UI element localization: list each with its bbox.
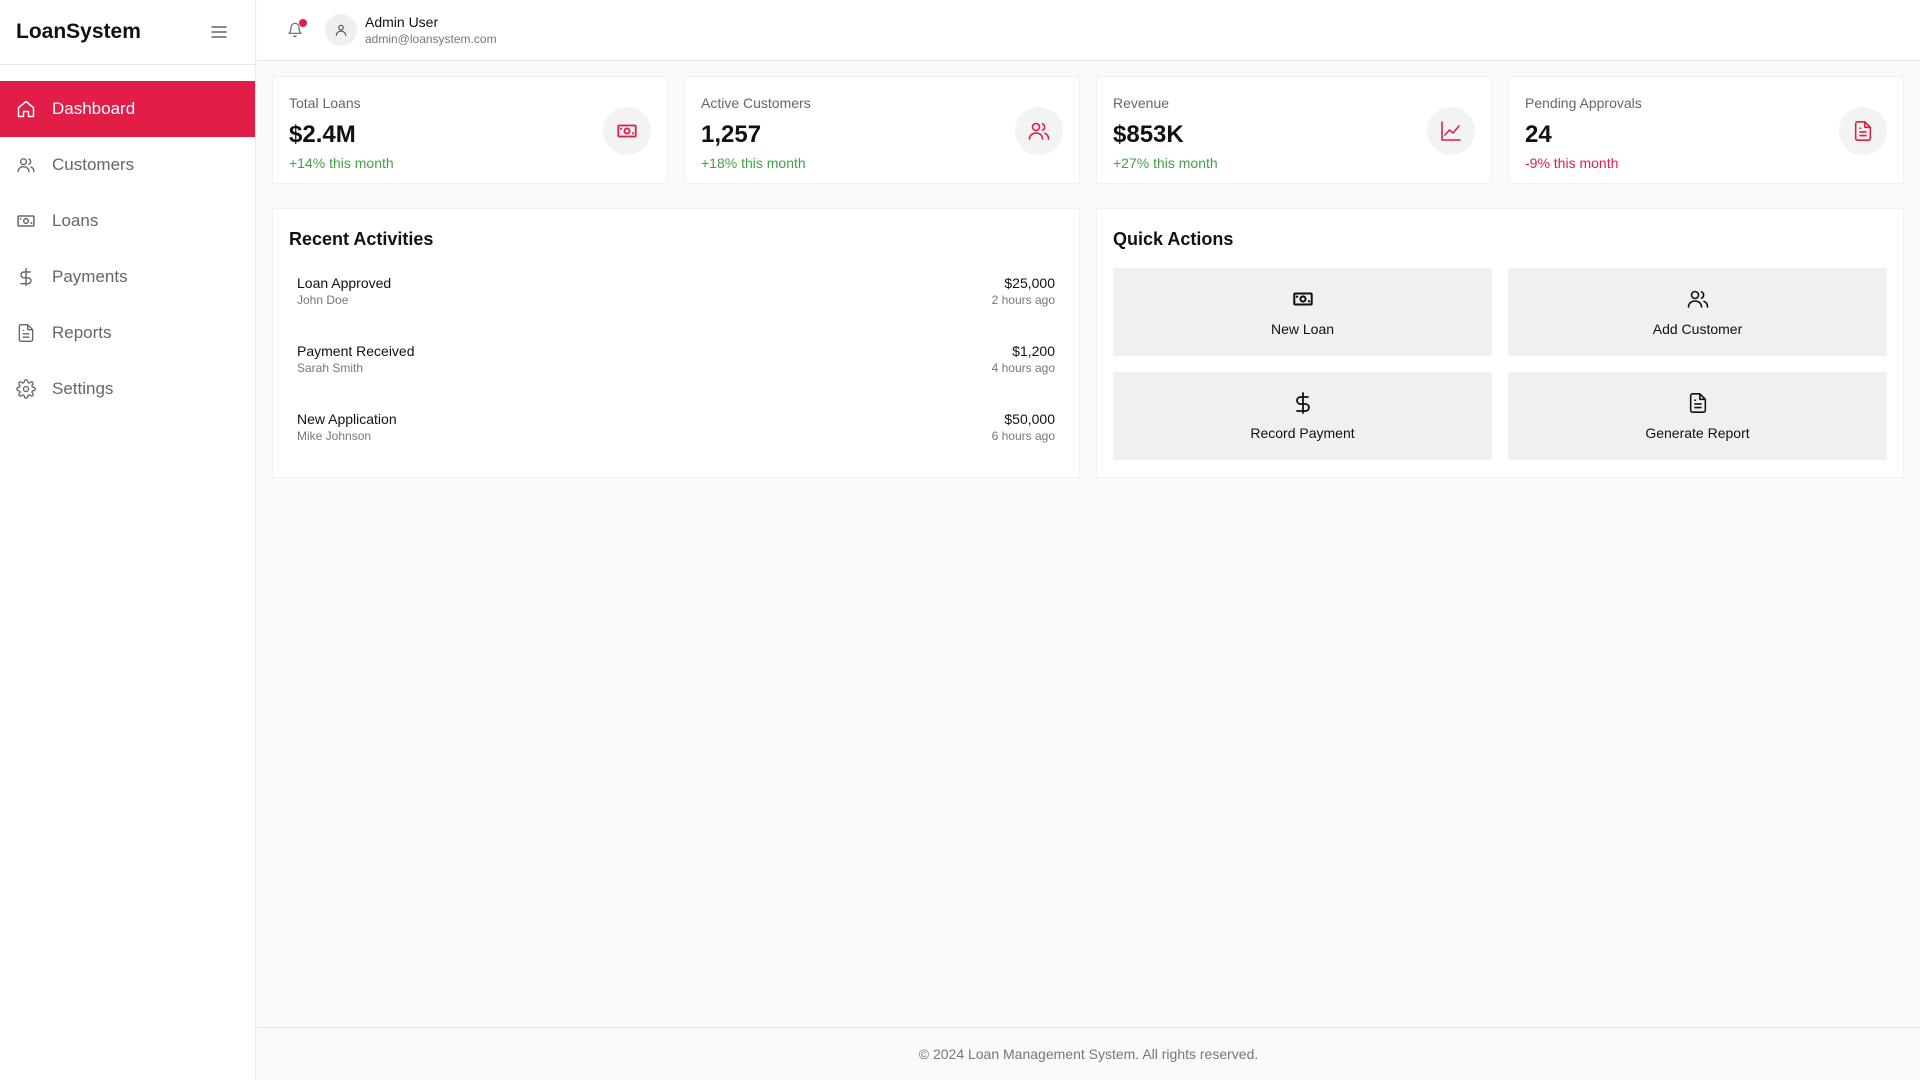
stat-value: 1,257	[701, 121, 762, 148]
new-loan-button[interactable]: New Loan	[1113, 268, 1492, 356]
gear-icon	[16, 379, 36, 399]
sidebar-item-label: Payments	[52, 267, 128, 286]
footer-text: © 2024 Loan Management System. All right…	[918, 1046, 1259, 1062]
action-label: New Loan	[1270, 321, 1335, 337]
activity-right: $50,000 6 hours ago	[992, 410, 1055, 470]
brand-logo-text: LoanSystem	[16, 20, 141, 43]
stat-label: Pending Approvals	[1525, 95, 1642, 111]
top-bar: Admin User admin@loansystem.com	[257, 0, 1920, 61]
record-payment-button[interactable]: Record Payment	[1113, 372, 1492, 460]
stat-label: Revenue	[1113, 95, 1170, 111]
stat-change: -9% this month	[1525, 155, 1619, 171]
sidebar-header: LoanSystem	[0, 0, 255, 65]
sidebar-item-settings[interactable]: Settings	[0, 361, 255, 417]
activity-amount: $1,200	[1012, 343, 1055, 359]
panel-title: Quick Actions	[1113, 229, 1234, 249]
activity-left: Loan Approved John Doe	[297, 274, 391, 334]
sidebar-item-label: Settings	[52, 379, 114, 398]
users-icon	[16, 155, 36, 175]
stat-value: $853K	[1113, 121, 1184, 148]
stat-label: Total Loans	[289, 95, 361, 111]
hamburger-icon	[211, 25, 227, 39]
activity-time: 2 hours ago	[991, 293, 1055, 307]
add-customer-button[interactable]: Add Customer	[1508, 268, 1887, 356]
sidebar-item-label: Dashboard	[52, 99, 136, 118]
trending-up-icon	[1427, 107, 1475, 155]
action-label: Record Payment	[1250, 425, 1355, 441]
user-icon	[334, 23, 348, 37]
activity-list: Loan Approved John Doe $25,000 2 hours a…	[289, 266, 1063, 470]
stat-label: Active Customers	[701, 95, 811, 111]
activity-person: Mike Johnson	[297, 429, 372, 443]
activity-title: Payment Received	[297, 343, 415, 359]
users-icon	[1686, 287, 1710, 311]
sidebar-item-label: Customers	[52, 155, 135, 174]
activity-title: Loan Approved	[297, 275, 392, 291]
list-item[interactable]: Loan Approved John Doe $25,000 2 hours a…	[289, 266, 1063, 334]
sidebar-nav: Dashboard Customers Loans Payments Repor…	[0, 81, 255, 417]
file-text-icon	[16, 323, 36, 343]
notification-badge	[299, 19, 307, 27]
banknote-icon	[603, 107, 651, 155]
activity-amount: $50,000	[1004, 411, 1055, 427]
stat-card-total-loans: Total Loans $2.4M +14% this month	[272, 76, 668, 184]
menu-toggle-button[interactable]	[207, 20, 231, 44]
activity-left: New Application Mike Johnson	[297, 410, 397, 470]
sidebar-item-label: Reports	[52, 323, 112, 342]
stat-change: +14% this month	[289, 155, 394, 171]
activity-person: Sarah Smith	[297, 361, 364, 375]
sidebar: LoanSystem Dashboard Customers Loans Pay…	[0, 0, 256, 1080]
stat-card-active-customers: Active Customers 1,257 +18% this month	[684, 76, 1080, 184]
sidebar-item-loans[interactable]: Loans	[0, 193, 255, 249]
quick-actions-grid: New Loan Add Customer Record Payment Gen…	[1113, 268, 1887, 460]
stat-value: $2.4M	[289, 121, 356, 148]
sidebar-item-payments[interactable]: Payments	[0, 249, 255, 305]
footer: © 2024 Loan Management System. All right…	[257, 1027, 1920, 1080]
recent-activities-panel: Recent Activities Loan Approved John Doe…	[272, 208, 1080, 478]
sidebar-item-reports[interactable]: Reports	[0, 305, 255, 361]
stat-card-pending-approvals: Pending Approvals 24 -9% this month	[1508, 76, 1904, 184]
activity-right: $1,200 4 hours ago	[992, 342, 1055, 402]
activity-amount: $25,000	[1004, 275, 1055, 291]
avatar	[325, 14, 357, 46]
activity-time: 6 hours ago	[991, 429, 1055, 443]
dollar-icon	[16, 267, 36, 287]
list-item[interactable]: New Application Mike Johnson $50,000 6 h…	[289, 402, 1063, 470]
activity-right: $25,000 2 hours ago	[992, 274, 1055, 334]
file-text-icon	[1686, 391, 1710, 415]
banknote-icon	[1291, 287, 1315, 311]
dollar-icon	[1291, 391, 1315, 415]
list-item[interactable]: Payment Received Sarah Smith $1,200 4 ho…	[289, 334, 1063, 402]
banknote-icon	[16, 211, 36, 231]
sidebar-item-customers[interactable]: Customers	[0, 137, 255, 193]
stats-row: Total Loans $2.4M +14% this month Active…	[272, 76, 1904, 184]
stat-change: +18% this month	[701, 155, 806, 171]
activity-title: New Application	[297, 411, 397, 427]
sidebar-item-dashboard[interactable]: Dashboard	[0, 81, 255, 137]
quick-actions-panel: Quick Actions New Loan Add Customer Reco…	[1096, 208, 1904, 478]
action-label: Generate Report	[1645, 425, 1750, 441]
home-icon	[16, 99, 36, 119]
generate-report-button[interactable]: Generate Report	[1508, 372, 1887, 460]
activity-person: John Doe	[297, 293, 349, 307]
user-info: Admin User admin@loansystem.com	[365, 13, 497, 47]
notifications-button[interactable]	[279, 14, 311, 46]
users-icon	[1015, 107, 1063, 155]
stat-card-revenue: Revenue $853K +27% this month	[1096, 76, 1492, 184]
stat-value: 24	[1525, 121, 1552, 148]
file-text-icon	[1839, 107, 1887, 155]
activity-time: 4 hours ago	[991, 361, 1055, 375]
stat-change: +27% this month	[1113, 155, 1218, 171]
user-name: Admin User	[365, 14, 439, 30]
user-email: admin@loansystem.com	[365, 32, 497, 46]
activity-left: Payment Received Sarah Smith	[297, 342, 415, 402]
panel-title: Recent Activities	[289, 229, 434, 249]
sidebar-item-label: Loans	[52, 211, 99, 230]
action-label: Add Customer	[1652, 321, 1743, 337]
user-menu[interactable]: Admin User admin@loansystem.com	[325, 13, 497, 47]
